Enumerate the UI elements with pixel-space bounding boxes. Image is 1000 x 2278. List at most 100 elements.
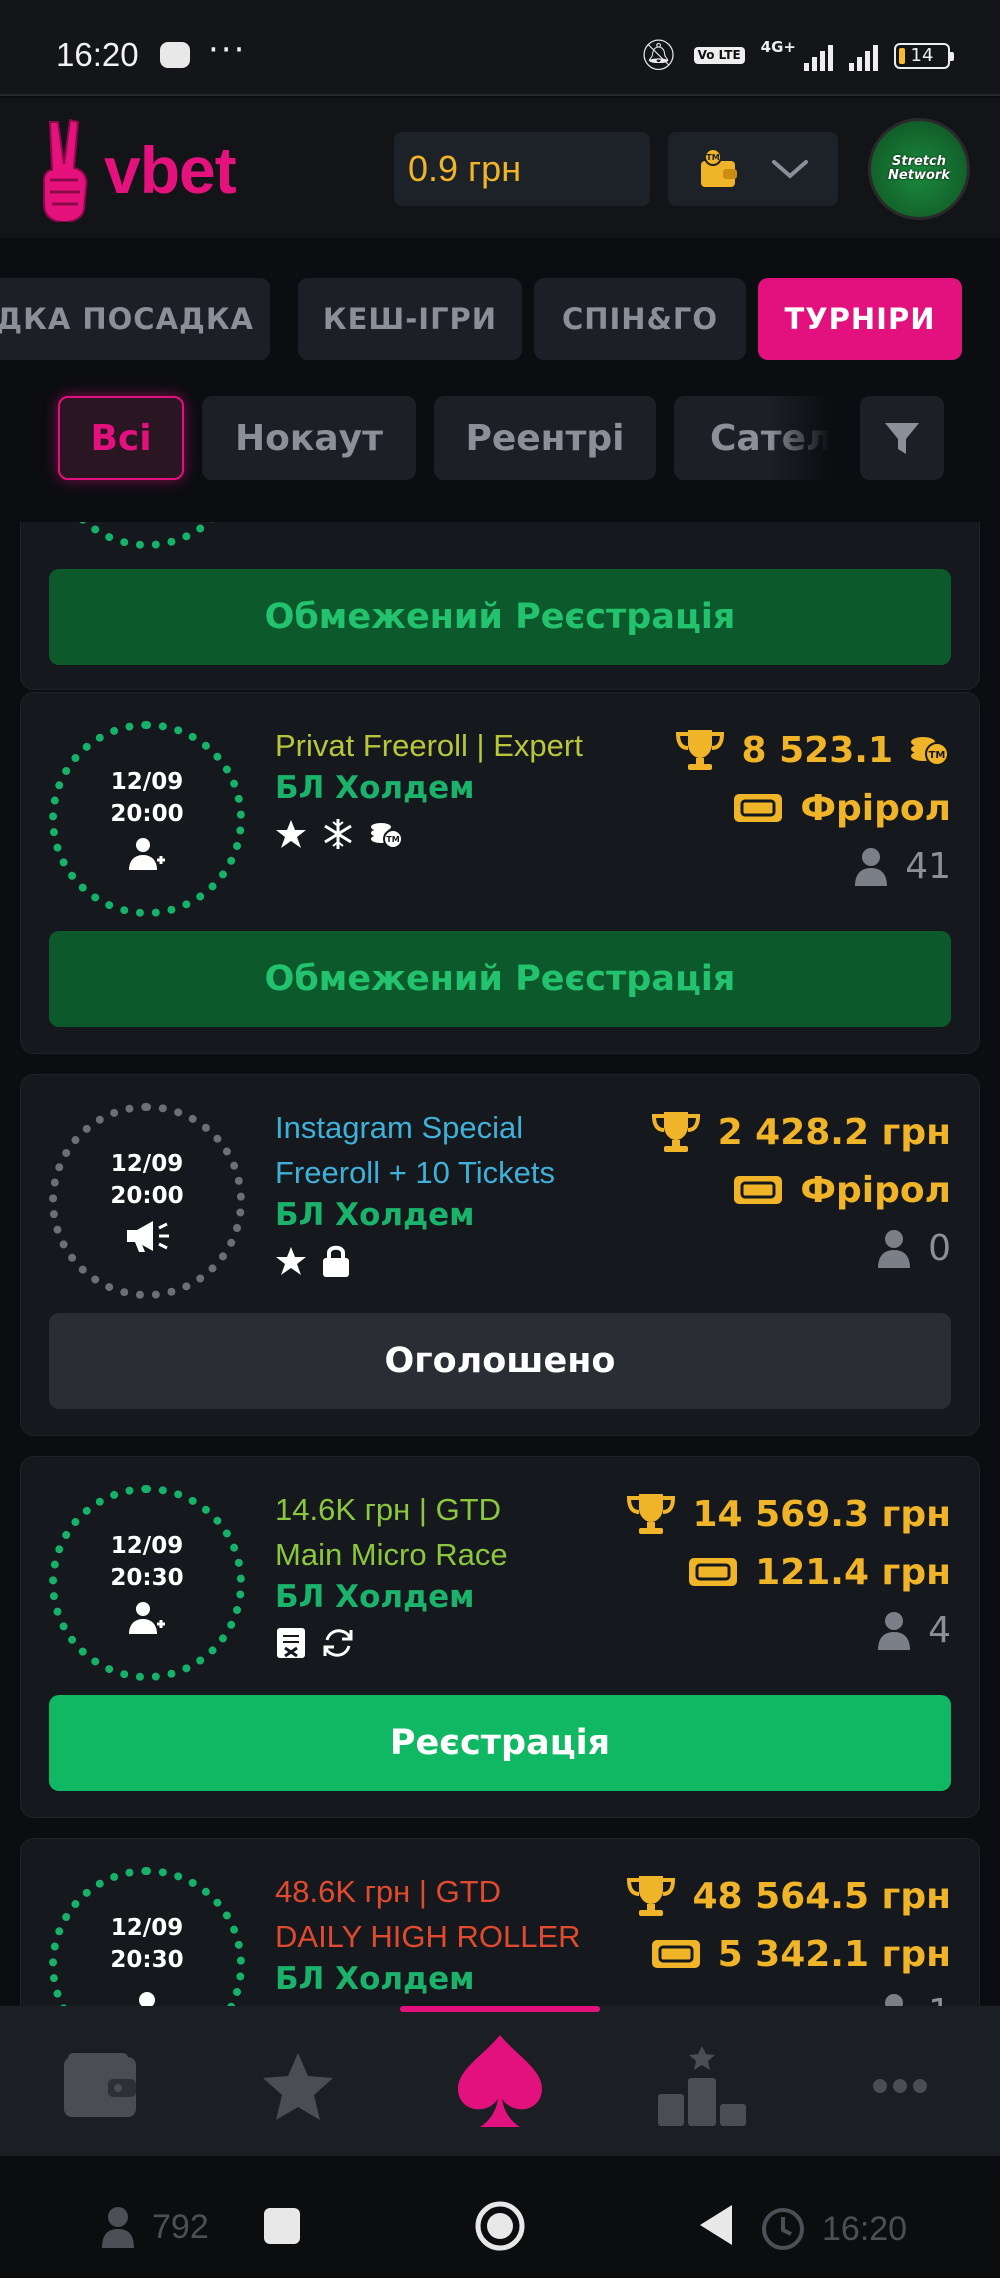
more-icon bbox=[873, 2079, 927, 2093]
tab-spin-go[interactable]: СПІН&ГО bbox=[534, 278, 746, 360]
nav-wallet[interactable] bbox=[50, 2046, 150, 2126]
status-indicators: 🔕︎ Vo LTE 4G+ 14 bbox=[639, 37, 954, 73]
registration-button[interactable]: Обмежений Реєстрація bbox=[49, 931, 951, 1027]
tm-wallet-icon: TM bbox=[700, 148, 737, 187]
home-button[interactable] bbox=[472, 2198, 528, 2258]
clock-time: 16:20 bbox=[822, 2209, 908, 2248]
square-icon bbox=[264, 2208, 300, 2244]
announced-button[interactable]: Оголошено bbox=[49, 1313, 951, 1409]
megaphone-icon bbox=[123, 1218, 171, 1254]
star-icon bbox=[276, 1247, 306, 1275]
tournament-date: 12/09 bbox=[110, 769, 184, 795]
game-type: БЛ Холдем bbox=[275, 1961, 475, 1997]
filter-button[interactable] bbox=[860, 396, 944, 480]
tm-coins-icon: TM bbox=[911, 737, 949, 766]
status-time: 16:20 bbox=[56, 36, 139, 73]
tab-tournaments[interactable]: ТУРНІРИ bbox=[758, 278, 962, 360]
add-player-icon bbox=[127, 836, 167, 872]
tournament-prize-block: 2 428.2 грн Фрірол 0 bbox=[650, 1103, 951, 1277]
back-triangle-icon bbox=[700, 2205, 732, 2245]
avatar[interactable]: Stretch Network bbox=[868, 118, 970, 220]
tournament-name: Instagram Special bbox=[275, 1110, 524, 1145]
filter-knockout[interactable]: Нокаут bbox=[202, 396, 416, 480]
signal-icon-2 bbox=[849, 41, 878, 71]
status-bar: 16:20 ··· 🔕︎ Vo LTE 4G+ 14 bbox=[0, 0, 1000, 96]
buy-in: 121.4 грн bbox=[755, 1551, 951, 1593]
tab-fast-seat[interactable]: ИДКА ПОСАДКА bbox=[0, 278, 270, 360]
system-clock: 16:20 bbox=[760, 2206, 907, 2252]
ticket-icon bbox=[651, 1940, 700, 1968]
registration-button[interactable]: Обмежений Реєстрація bbox=[49, 569, 951, 665]
filter-reentry[interactable]: Реентрі bbox=[434, 396, 656, 480]
back-button[interactable] bbox=[696, 2202, 736, 2252]
lock-icon bbox=[323, 1245, 349, 1277]
online-count: 792 bbox=[152, 2207, 209, 2246]
prize-pool: 14 569.3 грн bbox=[692, 1493, 952, 1535]
tournament-name: 48.6K грн | GTD bbox=[275, 1874, 502, 1909]
tournament-start-ring bbox=[49, 522, 245, 549]
signal-icon bbox=[804, 41, 833, 71]
tournament-list: Обмежений Реєстрація 12/09 20:00 Privat … bbox=[0, 522, 1000, 2006]
network-type: 4G+ bbox=[760, 37, 796, 56]
wallet-dropdown[interactable]: TM bbox=[668, 132, 838, 206]
game-type: БЛ Холдем bbox=[275, 770, 475, 806]
recents-button[interactable] bbox=[262, 2206, 302, 2250]
tournament-start-ring: 12/09 20:00 bbox=[49, 1103, 245, 1299]
player-count: 1 bbox=[928, 1992, 951, 2007]
victory-hand-icon bbox=[43, 118, 88, 222]
nav-leaderboard[interactable] bbox=[652, 2046, 752, 2126]
tournament-time: 20:30 bbox=[110, 1947, 184, 1973]
knockout-icon bbox=[277, 1628, 305, 1658]
player-icon bbox=[885, 1994, 904, 2006]
trophy-icon bbox=[675, 730, 724, 770]
tournament-card[interactable]: 12/09 20:00 Instagram Special Freeroll +… bbox=[20, 1074, 980, 1436]
buy-in: Фрірол bbox=[800, 787, 951, 829]
player-count: 0 bbox=[928, 1227, 951, 1269]
player-icon bbox=[878, 1612, 911, 1650]
tournament-name-line-2: Freeroll + 10 Tickets bbox=[275, 1155, 555, 1190]
tournament-card[interactable]: 12/09 20:30 48.6K грн | GTD DAILY HIGH R… bbox=[20, 1838, 980, 2006]
dot-icon bbox=[137, 1982, 157, 2006]
tournament-date: 12/09 bbox=[110, 1533, 184, 1559]
ticket-icon bbox=[734, 1176, 783, 1204]
more-notifications-icon: ··· bbox=[208, 30, 247, 70]
volte-icon: Vo LTE bbox=[693, 47, 745, 64]
balance-display[interactable]: 0.9 грн bbox=[394, 132, 650, 206]
prize-pool: 48 564.5 грн bbox=[692, 1875, 952, 1917]
game-type: БЛ Холдем bbox=[275, 1579, 475, 1615]
player-icon bbox=[855, 848, 888, 886]
player-icon bbox=[102, 2207, 134, 2248]
avatar-text-2: Network bbox=[888, 168, 950, 183]
svg-text:TM: TM bbox=[706, 153, 719, 162]
ticket-icon bbox=[734, 794, 783, 822]
nav-more[interactable] bbox=[850, 2046, 950, 2126]
tournament-card[interactable]: 12/09 20:00 Privat Freeroll | Expert БЛ … bbox=[20, 692, 980, 1054]
vbet-logo[interactable]: vbet bbox=[36, 118, 237, 222]
star-icon bbox=[263, 2053, 333, 2120]
nav-favorites[interactable] bbox=[248, 2046, 348, 2126]
battery-level: 14 bbox=[910, 45, 934, 66]
star-icon bbox=[276, 820, 306, 848]
chevron-down-icon bbox=[771, 160, 808, 179]
tournament-info: 14.6K грн | GTD Main Micro Race БЛ Холде… bbox=[275, 1487, 675, 1661]
brand-name: vbet bbox=[104, 133, 237, 207]
clock-icon bbox=[762, 2208, 804, 2250]
tournament-filters: Всі Нокаут Реентрі Сател bbox=[0, 396, 1000, 482]
leaderboard-icon bbox=[658, 2046, 746, 2126]
tournament-card[interactable]: Обмежений Реєстрація bbox=[20, 522, 980, 690]
tournament-name: 14.6K грн | GTD bbox=[275, 1492, 502, 1527]
player-count: 41 bbox=[905, 845, 951, 887]
tab-cash-games[interactable]: КЕШ-ІГРИ bbox=[298, 278, 522, 360]
register-button[interactable]: Реєстрація bbox=[49, 1695, 951, 1791]
nav-poker[interactable] bbox=[450, 2026, 550, 2136]
filter-icon bbox=[885, 423, 919, 454]
avatar-text-1: Stretch bbox=[892, 154, 946, 169]
tournament-start-ring: 12/09 20:30 bbox=[49, 1867, 245, 2006]
circle-icon bbox=[475, 2201, 525, 2251]
tournament-card[interactable]: 12/09 20:30 14.6K грн | GTD Main Micro R… bbox=[20, 1456, 980, 1818]
game-type: БЛ Холдем bbox=[275, 1197, 475, 1233]
tournament-start-ring: 12/09 20:30 bbox=[49, 1485, 245, 1681]
bottom-nav bbox=[0, 2006, 1000, 2156]
app-header: vbet 0.9 грн TM Stretch Network bbox=[0, 98, 1000, 238]
filter-all[interactable]: Всі bbox=[58, 396, 184, 480]
